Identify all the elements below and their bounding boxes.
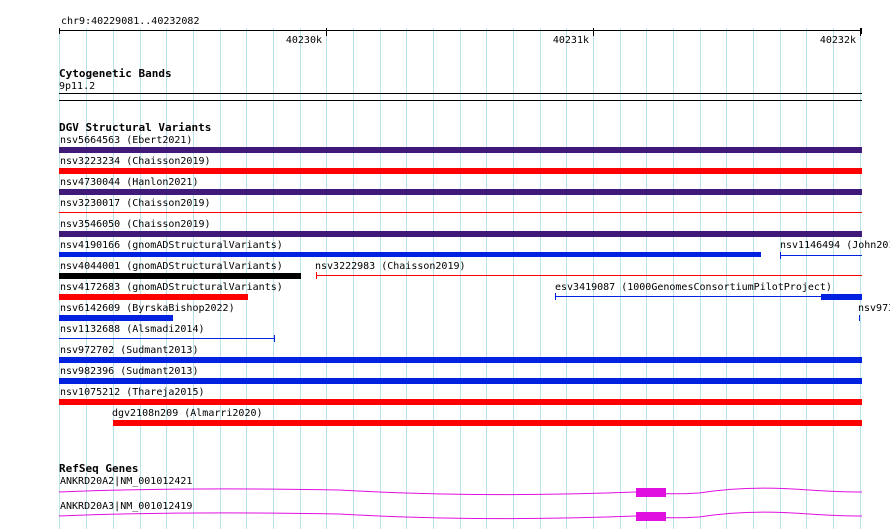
variant-feature-endcap bbox=[555, 293, 556, 300]
genome-browser-view: chr9:40229081..40232082 40230k 40231k 40… bbox=[0, 0, 890, 529]
variant-label: nsv6142609 (ByrskaBishop2022) bbox=[60, 303, 235, 314]
gridline bbox=[380, 28, 381, 529]
gridline bbox=[726, 28, 727, 529]
ruler-location: chr9:40229081..40232082 bbox=[61, 16, 200, 27]
variant-label: nsv3223234 (Chaisson2019) bbox=[60, 156, 211, 167]
ruler-tick-label: 40232k bbox=[819, 35, 856, 46]
variant-feature[interactable] bbox=[59, 231, 862, 237]
variant-label: nsv1075212 (Thareja2015) bbox=[60, 387, 205, 398]
gridline bbox=[460, 28, 461, 529]
gene-exon[interactable] bbox=[636, 512, 666, 521]
gridline bbox=[806, 28, 807, 529]
variant-feature[interactable] bbox=[59, 212, 862, 213]
ruler-tick-label: 40230k bbox=[285, 35, 322, 46]
variant-feature-endcap bbox=[274, 335, 275, 342]
variant-label: nsv4190166 (gnomADStructuralVariants) bbox=[60, 240, 283, 251]
variant-label: dgv2108n209 (Almarri2020) bbox=[112, 408, 263, 419]
cytoband-track-title[interactable]: Cytogenetic Bands bbox=[59, 68, 172, 80]
variant-feature[interactable] bbox=[59, 252, 761, 257]
variant-feature-endcap bbox=[316, 272, 317, 279]
variant-label: nsv3230017 (Chaisson2019) bbox=[60, 198, 211, 209]
variant-label: nsv972702 (Sudmant2013) bbox=[60, 345, 199, 356]
variant-label: nsv3546050 (Chaisson2019) bbox=[60, 219, 211, 230]
variant-label: nsv5664563 (Ebert2021) bbox=[60, 135, 193, 146]
variant-feature[interactable] bbox=[316, 275, 862, 276]
gridline bbox=[326, 28, 327, 529]
variant-feature[interactable] bbox=[555, 296, 821, 297]
ruler-tick bbox=[326, 28, 327, 36]
variant-feature[interactable] bbox=[59, 357, 862, 363]
variant-feature[interactable] bbox=[59, 147, 862, 153]
gridline bbox=[646, 28, 647, 529]
gridline bbox=[673, 28, 674, 529]
gridline bbox=[486, 28, 487, 529]
variant-feature[interactable] bbox=[59, 273, 301, 279]
variant-feature[interactable] bbox=[821, 294, 862, 300]
ruler-line bbox=[59, 30, 862, 31]
gridline bbox=[833, 28, 834, 529]
variant-label: nsv1132688 (Alsmadi2014) bbox=[60, 324, 205, 335]
gridline bbox=[513, 28, 514, 529]
ruler-tick-label: 40231k bbox=[552, 35, 589, 46]
ruler-tick bbox=[593, 28, 594, 36]
variant-feature[interactable] bbox=[859, 315, 860, 321]
gridline bbox=[593, 28, 594, 529]
gridline bbox=[620, 28, 621, 529]
gene-model[interactable] bbox=[59, 508, 862, 524]
cytoband-bottom-border bbox=[59, 100, 862, 101]
gridline bbox=[353, 28, 354, 529]
gridline bbox=[433, 28, 434, 529]
variant-feature[interactable] bbox=[59, 378, 862, 384]
ruler-tick bbox=[860, 28, 861, 36]
variant-feature-endcap bbox=[780, 252, 781, 259]
variant-feature[interactable] bbox=[59, 294, 248, 300]
gridline bbox=[860, 28, 861, 529]
gridline bbox=[753, 28, 754, 529]
variant-label: nsv4172683 (gnomADStructuralVariants) bbox=[60, 282, 283, 293]
variant-feature[interactable] bbox=[59, 399, 862, 405]
variant-feature[interactable] bbox=[780, 255, 862, 256]
ruler-end-tick bbox=[59, 28, 60, 34]
variant-label: nsv3222983 (Chaisson2019) bbox=[315, 261, 466, 272]
cytoband-top-border bbox=[59, 93, 862, 94]
gridline bbox=[540, 28, 541, 529]
variant-feature[interactable] bbox=[59, 168, 862, 174]
cytoband-label: 9p11.2 bbox=[59, 81, 96, 92]
gridline bbox=[566, 28, 567, 529]
variant-label: nsv982396 (Sudmant2013) bbox=[60, 366, 199, 377]
variant-label: nsv4044001 (gnomADStructuralVariants) bbox=[60, 261, 283, 272]
variant-feature[interactable] bbox=[59, 338, 274, 339]
variant-label: nsv4730044 (Hanlon2021) bbox=[60, 177, 199, 188]
variant-feature[interactable] bbox=[59, 189, 862, 195]
gene-model[interactable] bbox=[59, 484, 862, 500]
variant-label: nsv1146494 (John2014) bbox=[780, 240, 890, 251]
gene-exon[interactable] bbox=[636, 488, 666, 497]
dgv-track-title[interactable]: DGV Structural Variants bbox=[59, 122, 211, 134]
variant-label: nsv973 bbox=[858, 303, 890, 314]
gridline bbox=[780, 28, 781, 529]
variant-label: esv3419087 (1000GenomesConsortiumPilotPr… bbox=[555, 282, 832, 293]
gridline bbox=[700, 28, 701, 529]
variant-feature[interactable] bbox=[59, 315, 173, 321]
ruler-end-tick bbox=[861, 28, 862, 34]
variant-feature[interactable] bbox=[113, 420, 862, 426]
gridline bbox=[406, 28, 407, 529]
refseq-track-title[interactable]: RefSeq Genes bbox=[59, 463, 138, 475]
